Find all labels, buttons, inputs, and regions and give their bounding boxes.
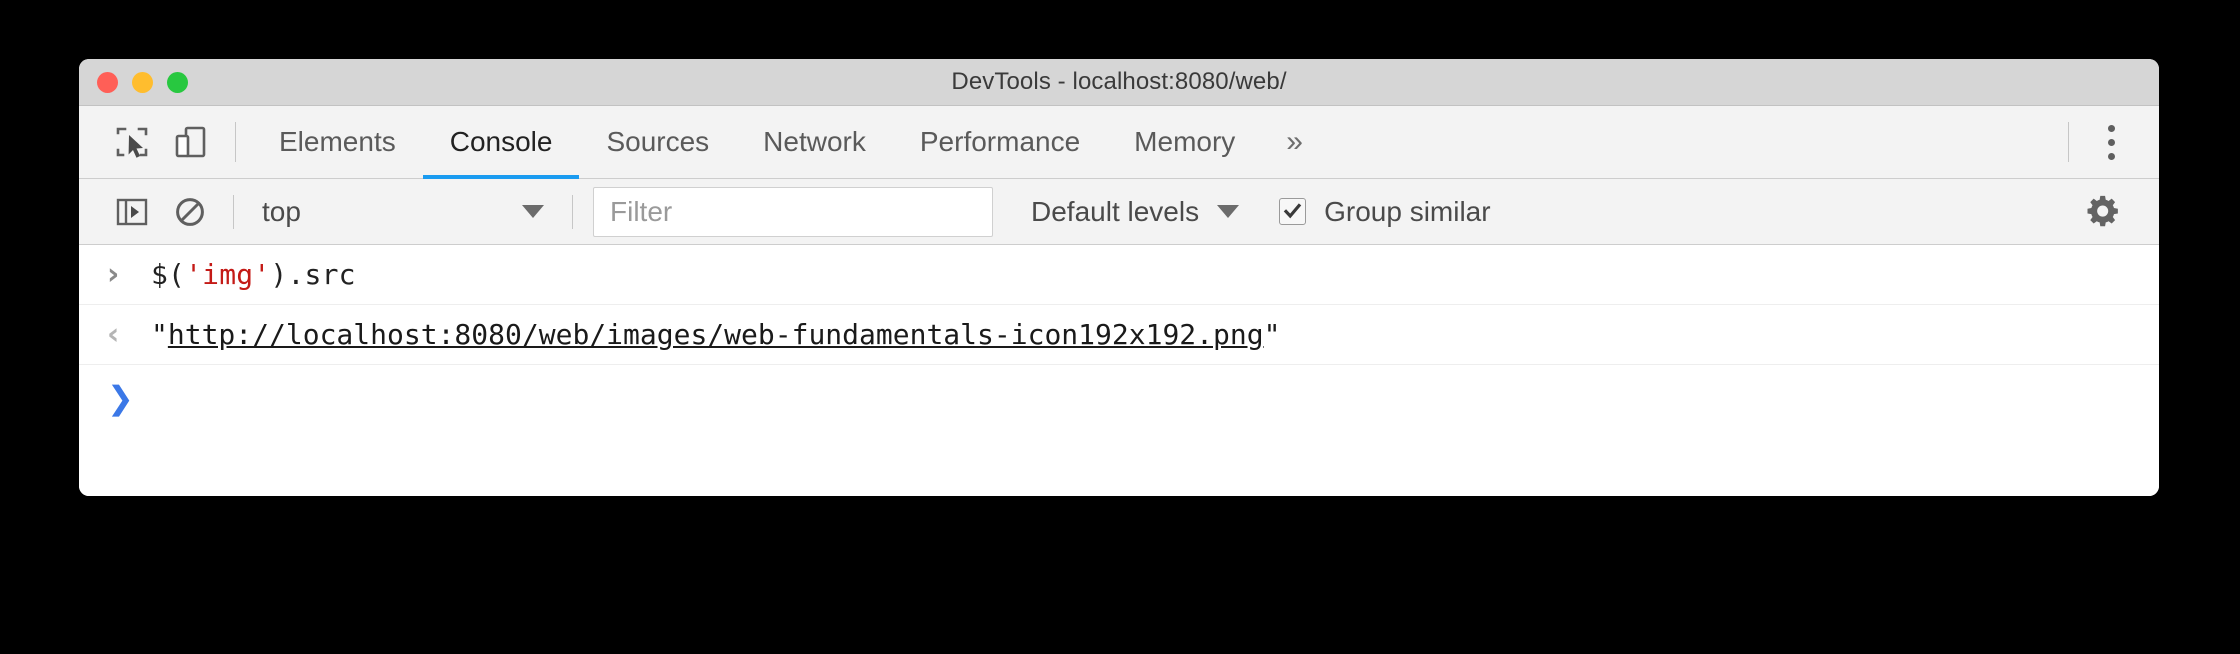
tabbar-divider <box>235 122 236 162</box>
clear-console-icon[interactable] <box>161 183 219 241</box>
gear-icon[interactable] <box>2075 183 2133 241</box>
result-url-link[interactable]: http://localhost:8080/web/images/web-fun… <box>168 318 1264 351</box>
code-string-literal: 'img' <box>185 258 271 291</box>
maximize-window-button[interactable] <box>167 71 188 93</box>
tabbar-right-divider <box>2068 122 2069 162</box>
console-toolbar: top Filter Default levels Group similar <box>79 179 2159 245</box>
code-suffix: ).src <box>270 258 356 291</box>
console-messages: › $('img').src ‹ "http://localhost:8080/… <box>79 245 2159 496</box>
code-prefix: $( <box>151 258 186 291</box>
group-similar-checkbox[interactable] <box>1279 198 1307 225</box>
input-prompt-icon: › <box>107 257 120 292</box>
console-input-row[interactable]: › $('img').src <box>79 245 2159 305</box>
inspect-element-icon[interactable] <box>103 113 161 171</box>
quote-open: " <box>151 318 168 351</box>
toolbar-divider-2 <box>572 194 573 229</box>
chevron-down-icon <box>1217 205 1240 218</box>
devtools-tabbar: Elements Console Sources Network Perform… <box>79 106 2159 179</box>
more-vertical-icon[interactable] <box>2085 113 2137 171</box>
execution-context-value: top <box>262 195 301 227</box>
toolbar-divider-1 <box>233 194 234 229</box>
traffic-lights <box>97 59 188 105</box>
tab-memory[interactable]: Memory <box>1107 106 1262 179</box>
tabbar-right-group <box>2052 113 2159 171</box>
filter-input[interactable]: Filter <box>593 186 993 237</box>
window-title: DevTools - localhost:8080/web/ <box>951 68 1287 95</box>
result-prompt-icon: ‹ <box>107 317 120 352</box>
tab-elements[interactable]: Elements <box>252 106 423 179</box>
more-tabs-icon[interactable]: » <box>1262 106 1327 179</box>
active-prompt-icon: ❯ <box>107 379 134 417</box>
console-result-row[interactable]: ‹ "http://localhost:8080/web/images/web-… <box>79 305 2159 365</box>
chevron-down-icon <box>522 205 544 218</box>
minimize-window-button[interactable] <box>132 71 153 93</box>
tab-network[interactable]: Network <box>736 106 893 179</box>
toolbar-right-group <box>2075 183 2159 241</box>
devtools-window: DevTools - localhost:8080/web/ Elements … <box>79 59 2159 496</box>
group-similar-control[interactable]: Group similar <box>1279 195 1491 228</box>
panel-tabs: Elements Console Sources Network Perform… <box>252 106 1327 179</box>
console-input-expression: $('img').src <box>151 258 356 291</box>
group-similar-label: Group similar <box>1324 195 1491 227</box>
screenshot-root: DevTools - localhost:8080/web/ Elements … <box>0 0 2240 654</box>
window-titlebar: DevTools - localhost:8080/web/ <box>79 59 2159 106</box>
device-toolbar-icon[interactable] <box>161 113 219 171</box>
tab-console[interactable]: Console <box>422 106 580 179</box>
log-levels-selector[interactable]: Default levels <box>1031 195 1240 228</box>
tab-performance[interactable]: Performance <box>893 106 1107 179</box>
log-levels-label: Default levels <box>1031 195 1200 227</box>
execution-context-selector[interactable]: top <box>248 190 558 234</box>
tab-sources[interactable]: Sources <box>579 106 736 179</box>
filter-placeholder: Filter <box>610 195 673 227</box>
quote-close: " <box>1263 318 1281 351</box>
console-sidebar-icon[interactable] <box>103 183 161 241</box>
console-result-value: "http://localhost:8080/web/images/web-fu… <box>151 318 1280 351</box>
console-active-prompt-row[interactable]: ❯ <box>79 365 2159 431</box>
close-window-button[interactable] <box>97 71 118 93</box>
